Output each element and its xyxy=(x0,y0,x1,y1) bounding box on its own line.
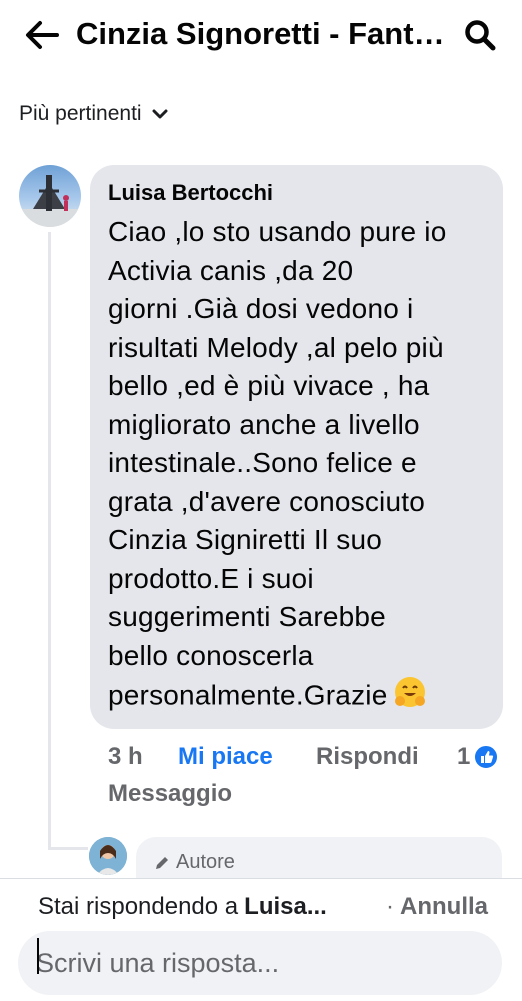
page-title: Cinzia Signoretti - Fantasy Dog xyxy=(76,16,448,51)
hugging-face-emoji xyxy=(393,675,427,720)
like-button[interactable]: Mi piace xyxy=(178,743,316,771)
sort-label: Più pertinenti xyxy=(19,102,142,125)
replying-name: Luisa... xyxy=(244,893,327,920)
cancel-reply-button[interactable]: · Annulla xyxy=(386,893,488,921)
search-button[interactable] xyxy=(458,15,502,55)
comment-actions: 3 h Mi piace Rispondi xyxy=(108,740,419,774)
reply-composer: Stai rispondendo a Luisa... · Annulla xyxy=(0,878,522,1001)
comment-bubble: Luisa Bertocchi Ciao ,lo sto usando pure… xyxy=(90,165,503,729)
thread-line xyxy=(48,232,51,850)
replying-to: Stai rispondendo a Luisa... xyxy=(38,893,327,921)
separator-dot: · xyxy=(386,893,394,920)
reply-button[interactable]: Rispondi xyxy=(316,743,419,771)
avatar-image xyxy=(19,175,81,227)
cancel-label: Annulla xyxy=(400,893,488,920)
chevron-down-icon xyxy=(152,108,168,120)
top-bar: Cinzia Signoretti - Fantasy Dog xyxy=(0,0,522,72)
text-caret xyxy=(37,938,39,974)
comment-time[interactable]: 3 h xyxy=(108,743,178,771)
sort-dropdown[interactable]: Più pertinenti xyxy=(19,98,168,130)
author-badge: Autore xyxy=(154,851,235,874)
reply-input[interactable] xyxy=(18,931,502,995)
thread-line-branch xyxy=(48,847,88,850)
reply-avatar[interactable] xyxy=(89,837,127,875)
comment-body: Ciao ,lo sto usando pure io Activia cani… xyxy=(108,216,447,711)
reply-avatar-image xyxy=(89,837,127,875)
reaction-count-number: 1 xyxy=(457,743,471,770)
message-button[interactable]: Messaggio xyxy=(108,780,232,808)
comment-author[interactable]: Luisa Bertocchi xyxy=(108,179,485,207)
author-badge-label: Autore xyxy=(176,851,235,873)
pencil-icon xyxy=(156,856,168,869)
reaction-count[interactable]: 1 xyxy=(457,740,499,774)
replying-prefix: Stai rispondendo a xyxy=(38,893,239,920)
search-icon xyxy=(465,20,496,51)
comment-text: Ciao ,lo sto usando pure io Activia cani… xyxy=(108,213,485,720)
back-button[interactable] xyxy=(20,15,64,55)
avatar[interactable] xyxy=(19,165,81,227)
like-reaction-icon xyxy=(474,745,499,769)
arrow-left-icon xyxy=(26,21,59,49)
